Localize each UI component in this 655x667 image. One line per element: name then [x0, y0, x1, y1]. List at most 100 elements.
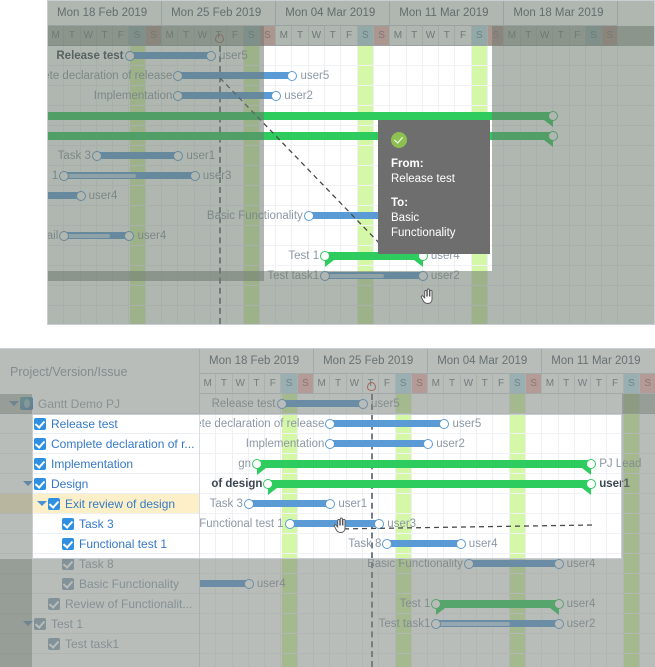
- task-bar[interactable]: [243, 498, 336, 509]
- gantt-screenshot: Mon 18 Feb 2019 Mon 25 Feb 2019 Mon 04 Mar…: [0, 0, 655, 667]
- bar-handle-start[interactable]: [173, 90, 184, 101]
- tree-item-basic-functionality[interactable]: Basic Functionality: [0, 574, 199, 594]
- week-header-cell: Mon 18 Feb 2019: [200, 349, 315, 374]
- bar-handle-start[interactable]: [59, 170, 70, 181]
- task-bar[interactable]: [276, 398, 368, 409]
- tree-item-review-of-functionalit[interactable]: Review of Functionalit...: [0, 594, 199, 614]
- day-header-cell: M: [314, 374, 331, 394]
- task-bar[interactable]: [59, 230, 135, 241]
- bar-handle-end[interactable]: [423, 438, 434, 449]
- tree-item-task-3[interactable]: Task 3: [0, 514, 199, 534]
- day-header-cell: T: [520, 26, 537, 46]
- checkbox-icon[interactable]: [48, 597, 60, 610]
- bar-handle-end[interactable]: [455, 538, 466, 549]
- tree-item-test-1[interactable]: Test 1: [0, 614, 199, 634]
- task-bar[interactable]: [200, 578, 254, 589]
- task-bar[interactable]: [173, 70, 298, 81]
- checkbox-icon[interactable]: [62, 557, 74, 570]
- bar-handle-end[interactable]: [358, 398, 368, 409]
- tree-item-exit-review-of-design[interactable]: Exit review of design: [0, 494, 199, 514]
- progress-fill: [64, 233, 110, 238]
- task-bar[interactable]: [382, 538, 466, 549]
- tree-item-gantt-demo-pj[interactable]: Gantt Demo PJ: [0, 394, 199, 414]
- bar-handle-start[interactable]: [124, 50, 135, 61]
- summary-bar[interactable]: [431, 599, 564, 615]
- bar-handle-start[interactable]: [173, 70, 184, 81]
- checkbox-icon[interactable]: [62, 517, 74, 530]
- bar-handle-start[interactable]: [243, 498, 254, 509]
- chevron-down-icon[interactable]: [22, 618, 33, 629]
- bar-handle-start[interactable]: [463, 558, 474, 569]
- checkbox-icon[interactable]: [34, 477, 46, 490]
- bar-handle-end[interactable]: [189, 170, 200, 181]
- checkbox-icon[interactable]: [34, 457, 46, 470]
- bar-handle-end[interactable]: [553, 618, 564, 629]
- day-header-cell: S: [525, 374, 543, 394]
- checkbox-icon[interactable]: [48, 497, 60, 510]
- tree-item-complete-declaration-of-r[interactable]: Complete declaration of r...: [0, 434, 199, 454]
- task-bar[interactable]: [59, 170, 200, 181]
- checkbox-icon[interactable]: [34, 437, 46, 450]
- task-bar[interactable]: [431, 618, 564, 629]
- tree-item-design[interactable]: Design: [0, 474, 199, 494]
- tree-item-task-8[interactable]: Task 8: [0, 554, 199, 574]
- bar-handle-end[interactable]: [173, 150, 184, 161]
- tree-item-label: Gantt Demo PJ: [38, 396, 121, 411]
- tree-item-implementation[interactable]: Implementation: [0, 454, 199, 474]
- gantt-grid-top[interactable]: Release test user5 ete declaration of rele…: [48, 46, 654, 324]
- chevron-down-icon[interactable]: [8, 398, 19, 409]
- bar-handle-start[interactable]: [431, 618, 442, 629]
- bar-handle-start[interactable]: [59, 230, 70, 241]
- bar-handle-end[interactable]: [374, 518, 385, 529]
- bar-handle-end[interactable]: [553, 558, 564, 569]
- tree-item-label: Task 3: [79, 516, 114, 531]
- bar-handle-end[interactable]: [124, 230, 135, 241]
- bar-handle-start[interactable]: [303, 210, 314, 221]
- checkbox-icon[interactable]: [62, 577, 74, 590]
- bar-handle-end[interactable]: [75, 190, 86, 201]
- bar-handle-end[interactable]: [287, 70, 298, 81]
- gantt-panel-top: Mon 18 Feb 2019 Mon 25 Feb 2019 Mon 04 Mar…: [47, 0, 655, 325]
- task-bar[interactable]: [91, 150, 184, 161]
- bar-handle-start[interactable]: [320, 251, 331, 261]
- checkbox-icon[interactable]: [62, 537, 74, 550]
- bar-handle-start[interactable]: [284, 518, 295, 529]
- tree-item-test-task1[interactable]: Test task1: [0, 634, 199, 654]
- issue-tree[interactable]: Gantt Demo PJ Release test Complete declar…: [0, 394, 200, 667]
- bar-handle-end[interactable]: [439, 418, 450, 429]
- task-bar[interactable]: [124, 50, 216, 61]
- tree-item-functional-test-1[interactable]: Functional test 1: [0, 534, 199, 554]
- bar-handle-end[interactable]: [271, 90, 282, 101]
- bar-handle-end[interactable]: [553, 599, 564, 609]
- chevron-down-icon[interactable]: [36, 498, 47, 509]
- task-bar[interactable]: [173, 90, 282, 101]
- checkbox-icon[interactable]: [34, 617, 46, 630]
- task-bar[interactable]: [320, 270, 428, 281]
- bar-handle-start[interactable]: [276, 398, 287, 409]
- bar-handle-end[interactable]: [243, 578, 254, 589]
- task-bar[interactable]: [463, 558, 564, 569]
- bar-handle-end[interactable]: [206, 50, 216, 61]
- bar-handle-end[interactable]: [417, 270, 428, 281]
- checkbox-icon[interactable]: [34, 417, 46, 430]
- bar-handle-start[interactable]: [263, 479, 274, 489]
- bar-handle-start[interactable]: [252, 459, 263, 469]
- bar-handle-start[interactable]: [91, 150, 102, 161]
- summary-bar[interactable]: [48, 111, 559, 127]
- tree-item-release-test[interactable]: Release test: [0, 414, 199, 434]
- bar-handle-start[interactable]: [320, 270, 331, 281]
- bar-handle-start[interactable]: [325, 418, 336, 429]
- task-bar[interactable]: [325, 418, 450, 429]
- chevron-down-icon[interactable]: [22, 478, 33, 489]
- checkbox-icon[interactable]: [48, 637, 60, 650]
- bar-handle-start[interactable]: [382, 538, 393, 549]
- task-bar[interactable]: [325, 438, 434, 449]
- summary-bar[interactable]: [263, 479, 597, 495]
- gantt-grid-bottom[interactable]: Release test user5 ete declaration of rele…: [200, 394, 655, 667]
- bar-handle-end[interactable]: [325, 498, 336, 509]
- bar-handle-start[interactable]: [325, 438, 336, 449]
- summary-bar[interactable]: [252, 459, 597, 475]
- task-bar[interactable]: [48, 190, 86, 201]
- bar-handle-start[interactable]: [431, 599, 442, 609]
